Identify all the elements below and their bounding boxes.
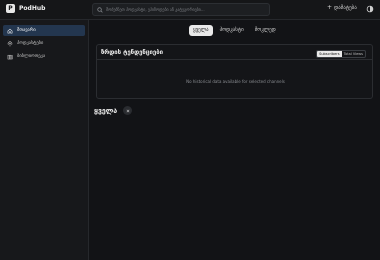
card-header: ზრდის ტენდენციები Subscribers Total View… [97, 45, 372, 60]
clear-filter-button[interactable] [123, 106, 133, 115]
top-bar: P PodHub + დამატება [0, 0, 380, 20]
theme-toggle-icon[interactable] [366, 5, 374, 13]
brand-logo: P [6, 4, 15, 13]
sidebar-item-label: მთავარი [17, 28, 36, 33]
home-icon [7, 28, 13, 33]
filter-row: ყველა [94, 106, 133, 115]
sidebar-item-label: ბიბლიოთეკა [17, 54, 46, 59]
add-button[interactable]: + დამატება [327, 4, 357, 12]
app-root: P PodHub + დამატება მთავარი [0, 0, 380, 260]
toggle-subscribers[interactable]: Subscribers [317, 51, 342, 57]
search-input[interactable] [106, 7, 266, 12]
search-icon [97, 6, 103, 13]
tab-all[interactable]: ყველა [189, 25, 213, 36]
card-title: ზრდის ტენდენციები [101, 49, 164, 56]
plus-icon: + [327, 4, 333, 11]
filter-label: ყველა [94, 106, 118, 115]
tab-podcast[interactable]: პოდკასტი [216, 25, 248, 36]
sidebar-item-label: პოდკასტები [17, 41, 44, 46]
content-tabs: ყველა პოდკასტი მოკლედ [189, 25, 280, 36]
sidebar-item-podcasts[interactable]: პოდკასტები [3, 38, 85, 49]
brand[interactable]: P PodHub [6, 4, 45, 13]
brand-name: PodHub [19, 5, 46, 12]
growth-trends-card: ზრდის ტენდენციები Subscribers Total View… [96, 44, 373, 99]
add-button-label: დამატება [334, 5, 357, 11]
close-icon [126, 109, 130, 112]
metric-toggle: Subscribers Total Views [316, 50, 366, 58]
sidebar: მთავარი პოდკასტები ბიბლიოთეკა [0, 20, 89, 260]
library-icon [7, 54, 13, 60]
toggle-total-views[interactable]: Total Views [342, 51, 365, 57]
tab-short[interactable]: მოკლედ [251, 25, 280, 36]
sidebar-item-library[interactable]: ბიბლიოთეკა [3, 51, 85, 62]
podcast-icon [7, 41, 13, 46]
empty-state-message: No historical data available for selecte… [186, 79, 285, 84]
sidebar-item-home[interactable]: მთავარი [3, 25, 85, 36]
search-bar[interactable] [92, 3, 270, 16]
